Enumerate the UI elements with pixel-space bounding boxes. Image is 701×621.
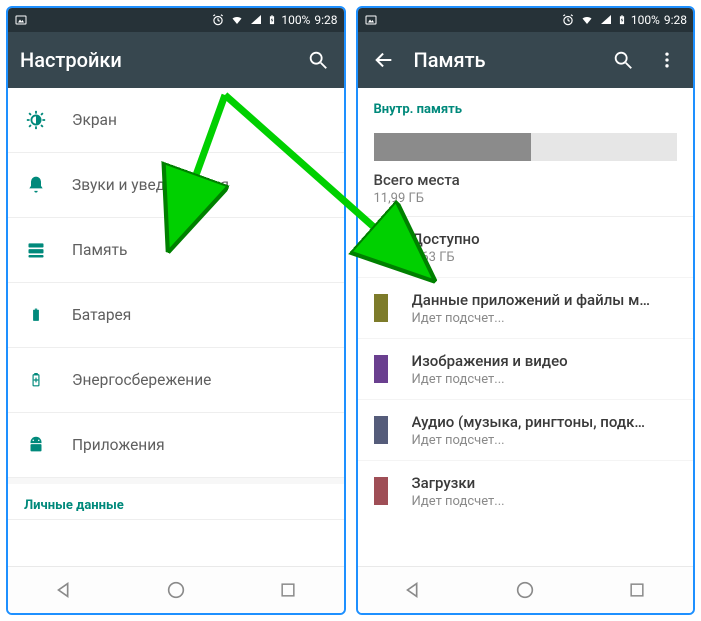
storage-category-row[interactable]: Данные приложений и файлы мул. Идет подсч… (358, 277, 694, 338)
wifi-icon (229, 14, 245, 26)
status-bar: 100% 9:28 (8, 8, 344, 32)
category-title: Доступно (412, 230, 480, 248)
color-swatch (374, 294, 388, 322)
row-power-saving[interactable]: Энергосбережение (8, 348, 344, 413)
storage-usage-bar (374, 133, 678, 161)
storage-used-segment (374, 133, 532, 161)
row-display[interactable]: Экран (8, 88, 344, 153)
row-label: Память (72, 241, 127, 259)
wifi-icon (579, 14, 595, 26)
alarm-icon (211, 13, 225, 27)
back-icon[interactable] (370, 46, 398, 74)
row-label: Батарея (72, 306, 131, 324)
total-space: Всего места 11,99 ГБ (358, 161, 694, 210)
row-battery[interactable]: Батарея (8, 283, 344, 348)
bell-icon (24, 173, 48, 197)
section-internal: Внутр. память (358, 88, 694, 123)
category-subtitle: Идет подсчет... (412, 494, 505, 509)
category-subtitle: Идет подсчет... (412, 372, 568, 387)
phone-storage: 100% 9:28 Память Внутр. память (356, 6, 696, 615)
battery-saver-icon (24, 368, 48, 392)
row-apps[interactable]: Приложения (8, 413, 344, 478)
color-swatch (374, 477, 388, 505)
category-subtitle: 6,63 ГБ (412, 250, 480, 265)
battery-percent: 100% (631, 13, 660, 27)
partial-row (8, 519, 344, 566)
row-label: Энергосбережение (72, 371, 211, 389)
recents-button[interactable] (624, 577, 650, 603)
status-bar: 100% 9:28 (358, 8, 694, 32)
total-value: 11,99 ГБ (374, 191, 678, 206)
category-subtitle: Идет подсчет... (412, 311, 652, 326)
category-title: Данные приложений и файлы мул. (412, 291, 652, 309)
storage-category-row[interactable]: Аудио (музыка, рингтоны, подкаст. Идет по… (358, 399, 694, 460)
search-icon[interactable] (304, 46, 332, 74)
storage-content: Внутр. память Всего места 11,99 ГБ Досту… (358, 88, 694, 566)
android-icon (24, 433, 48, 457)
storage-category-row[interactable]: Изображения и видео Идет подсчет... (358, 338, 694, 399)
clock: 9:28 (314, 13, 337, 27)
storage-category-row[interactable]: Доступно 6,63 ГБ (358, 216, 694, 277)
nav-bar (358, 566, 694, 613)
row-sound[interactable]: Звуки и уведомления (8, 153, 344, 218)
row-label: Приложения (72, 436, 165, 454)
statusbar-image-icon (14, 14, 28, 26)
page-title: Настройки (20, 48, 288, 72)
statusbar-image-icon (364, 14, 378, 26)
overflow-icon[interactable] (653, 46, 681, 74)
battery-icon (267, 13, 277, 27)
total-label: Всего места (374, 171, 678, 189)
appbar-storage: Память (358, 32, 694, 88)
page-title: Память (414, 48, 594, 72)
storage-icon (24, 238, 48, 262)
category-title: Загрузки (412, 474, 505, 492)
brightness-icon (24, 108, 48, 132)
recents-button[interactable] (275, 577, 301, 603)
alarm-icon (561, 13, 575, 27)
back-button[interactable] (400, 577, 426, 603)
color-swatch (374, 416, 388, 444)
storage-category-row[interactable]: Загрузки Идет подсчет... (358, 460, 694, 521)
settings-list: Экран Звуки и уведомления Память Батарея… (8, 88, 344, 566)
back-button[interactable] (51, 577, 77, 603)
color-swatch (374, 355, 388, 383)
category-title: Аудио (музыка, рингтоны, подкаст. (412, 413, 652, 431)
battery-std-icon (24, 303, 48, 327)
home-button[interactable] (512, 577, 538, 603)
color-swatch (374, 233, 388, 261)
row-storage[interactable]: Память (8, 218, 344, 283)
section-personal: Личные данные (8, 478, 344, 519)
appbar-settings: Настройки (8, 32, 344, 88)
row-label: Экран (72, 111, 117, 129)
battery-icon (617, 13, 627, 27)
signal-icon (599, 14, 613, 26)
home-button[interactable] (163, 577, 189, 603)
category-title: Изображения и видео (412, 352, 568, 370)
row-label: Звуки и уведомления (72, 176, 229, 194)
signal-icon (249, 14, 263, 26)
phone-settings: 100% 9:28 Настройки Экран Звуки и уведом… (6, 6, 346, 615)
search-icon[interactable] (609, 46, 637, 74)
nav-bar (8, 566, 344, 613)
category-subtitle: Идет подсчет... (412, 433, 652, 448)
clock: 9:28 (664, 13, 687, 27)
battery-percent: 100% (281, 13, 310, 27)
